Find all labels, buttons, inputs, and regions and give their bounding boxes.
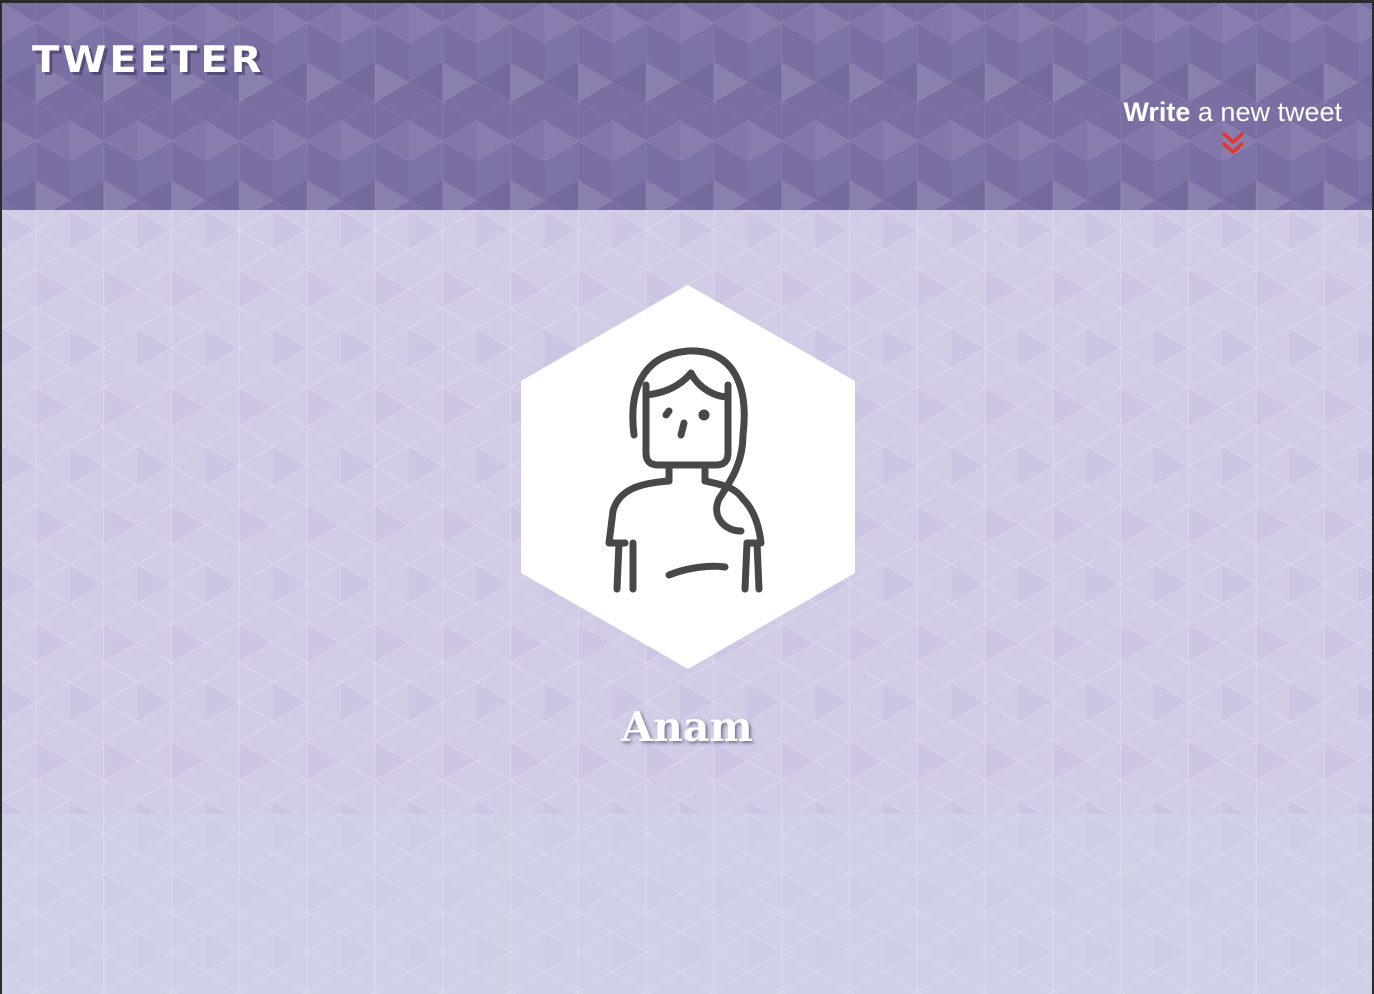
- brand-logo[interactable]: TWEETER: [32, 39, 264, 81]
- lower-triangle-pattern: [2, 814, 1372, 994]
- woman-avatar-icon: [521, 285, 855, 669]
- profile-avatar: [521, 285, 855, 669]
- tweets-area: [2, 814, 1372, 994]
- app-window: TWEETER Write a new tweet Anam: [0, 0, 1374, 994]
- profile-username: Anam: [621, 703, 753, 751]
- double-chevron-down-icon[interactable]: [1219, 130, 1247, 158]
- header-nav: TWEETER Write a new tweet: [2, 3, 1372, 210]
- compose-label-bold: Write: [1123, 97, 1191, 127]
- compose-label-rest: a new tweet: [1190, 97, 1342, 127]
- write-new-tweet-toggle[interactable]: Write a new tweet: [1123, 97, 1342, 158]
